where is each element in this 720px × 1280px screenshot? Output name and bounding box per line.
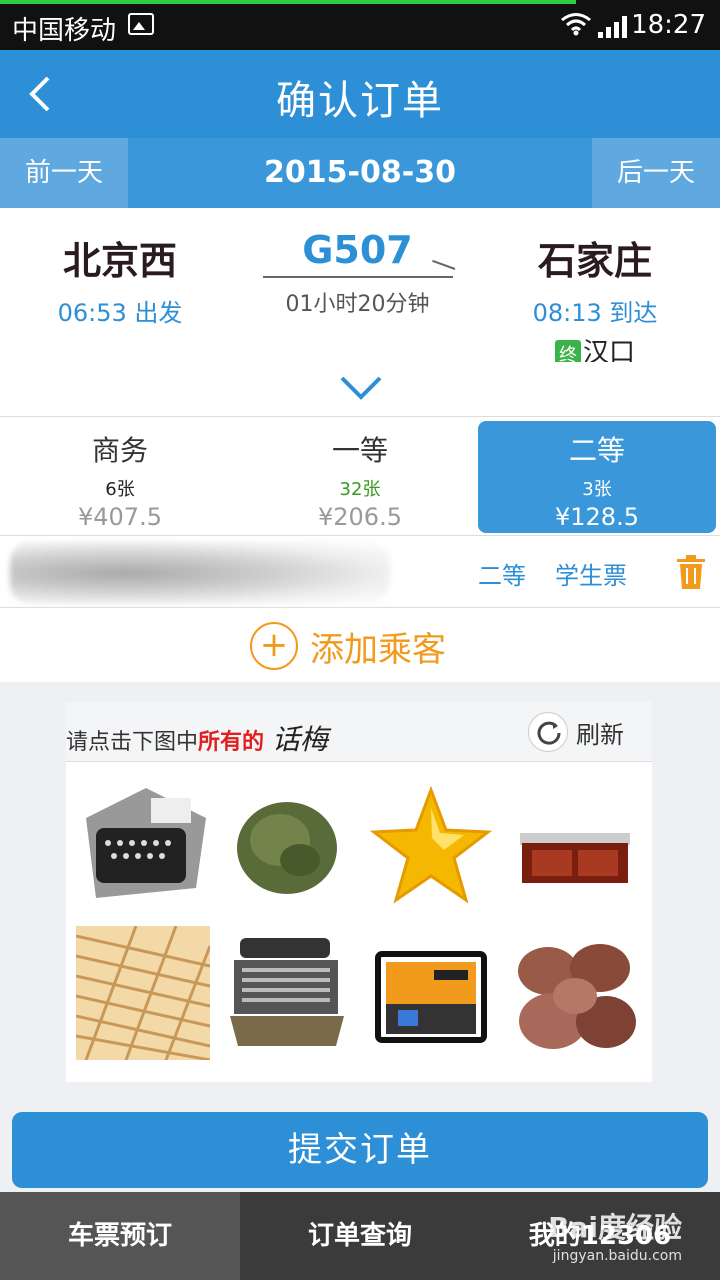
seat-option-first-class[interactable]: 一等 32张 ¥206.5 (240, 421, 480, 533)
seat-name: 商务 (91, 434, 148, 467)
passenger-row: 二等 学生票 (0, 536, 720, 608)
seat-name: 一等 (331, 434, 388, 467)
seat-price: ¥206.5 (318, 503, 402, 531)
seat-price: ¥128.5 (555, 503, 639, 531)
departure-info: 北京西 06:53 出发 (0, 230, 240, 328)
delete-passenger-icon[interactable] (676, 554, 706, 590)
captcha-prompt: 请点击下图中所有的 话梅 (66, 718, 328, 758)
seat-price: ¥407.5 (78, 503, 162, 531)
chevron-down-icon[interactable] (338, 374, 384, 402)
captcha-refresh-button[interactable]: 刷新 (528, 712, 624, 752)
captcha-image-generator[interactable] (364, 926, 498, 1060)
travel-duration: 01小时20分钟 (285, 292, 430, 317)
train-route-info: G507 01小时20分钟 (255, 228, 460, 318)
seat-count: 3张 (582, 479, 612, 500)
captcha-image-old-typewriter[interactable] (220, 926, 354, 1060)
captcha-image-dried-plums[interactable] (508, 926, 642, 1060)
add-passenger-label: 添加乘客 (310, 630, 446, 670)
captcha-image-toothpicks[interactable] (76, 926, 210, 1060)
clock: 18:27 (631, 10, 706, 40)
seat-name: 二等 (568, 434, 625, 467)
seat-option-second-class[interactable]: 二等 3张 ¥128.5 (478, 421, 716, 533)
seat-count: 32张 (339, 479, 381, 500)
previous-day-button[interactable]: 前一天 (0, 138, 128, 208)
captcha-image-grid (76, 778, 642, 1068)
status-bar: 中国移动 18:27 (0, 0, 720, 50)
seat-class-selector: 商务 6张 ¥407.5 一等 32张 ¥206.5 二等 3张 ¥128.5 (0, 416, 720, 536)
watermark-url: jingyan.baidu.com (552, 1248, 682, 1264)
date-bar: 前一天 2015-08-30 后一天 (0, 138, 720, 208)
watermark-main: Bai度经验 (548, 1211, 682, 1244)
passenger-seat-type[interactable]: 二等 (478, 556, 526, 591)
arrival-station: 石家庄 (537, 239, 652, 283)
seat-option-business[interactable]: 商务 6张 ¥407.5 (0, 421, 240, 533)
departure-time: 06:53 出发 (57, 299, 183, 327)
departure-station: 北京西 (62, 239, 177, 283)
page-title: 确认订单 (276, 78, 444, 124)
travel-date[interactable]: 2015-08-30 (128, 138, 592, 208)
train-info-card: 北京西 06:53 出发 G507 01小时20分钟 石家庄 08:13 到达 … (0, 208, 720, 368)
refresh-label: 刷新 (576, 720, 624, 749)
expand-stops-toggle[interactable] (0, 362, 720, 416)
captcha-header: 请点击下图中所有的 话梅 刷新 (66, 702, 652, 762)
captcha-image-typewriter[interactable] (76, 778, 210, 912)
seat-count: 6张 (105, 479, 135, 500)
image-notification-icon (128, 13, 154, 35)
passenger-ticket-type[interactable]: 学生票 (555, 556, 627, 591)
arrival-time: 08:13 到达 (532, 299, 658, 327)
load-progress-bar (0, 0, 576, 4)
arrival-info: 石家庄 08:13 到达 终汉口 (475, 230, 715, 369)
baidu-jingyan-watermark: Bai度经验 jingyan.baidu.com (548, 1206, 682, 1264)
plus-circle-icon[interactable]: + (250, 622, 298, 670)
captcha-image-star[interactable] (364, 778, 498, 912)
title-bar: 确认订单 (0, 50, 720, 138)
train-number: G507 (302, 228, 413, 272)
carrier-label: 中国移动 (12, 16, 117, 46)
wifi-icon (561, 13, 591, 36)
blurred-passenger-name (10, 542, 390, 604)
refresh-icon[interactable] (528, 712, 568, 752)
add-passenger-button[interactable]: + 添加乘客 (0, 608, 720, 682)
captcha-prompt-emphasis: 所有的 (198, 730, 265, 755)
image-captcha: 请点击下图中所有的 话梅 刷新 (66, 702, 652, 1082)
nav-ticket-booking[interactable]: 车票预订 (0, 1192, 240, 1280)
submit-order-button[interactable]: 提交订单 (12, 1112, 708, 1188)
captcha-image-tea-leaves[interactable] (220, 778, 354, 912)
captcha-target-word: 话梅 (272, 723, 329, 756)
signal-strength-icon (598, 16, 627, 38)
bottom-navigation: 车票预订 订单查询 我的12306 Bai度经验 jingyan.baidu.c… (0, 1192, 720, 1280)
nav-order-query[interactable]: 订单查询 (240, 1192, 480, 1280)
captcha-prompt-prefix: 请点击下图中 (66, 730, 199, 755)
next-day-button[interactable]: 后一天 (592, 138, 720, 208)
captcha-image-red-furniture[interactable] (508, 778, 642, 912)
route-arrow (262, 276, 453, 278)
